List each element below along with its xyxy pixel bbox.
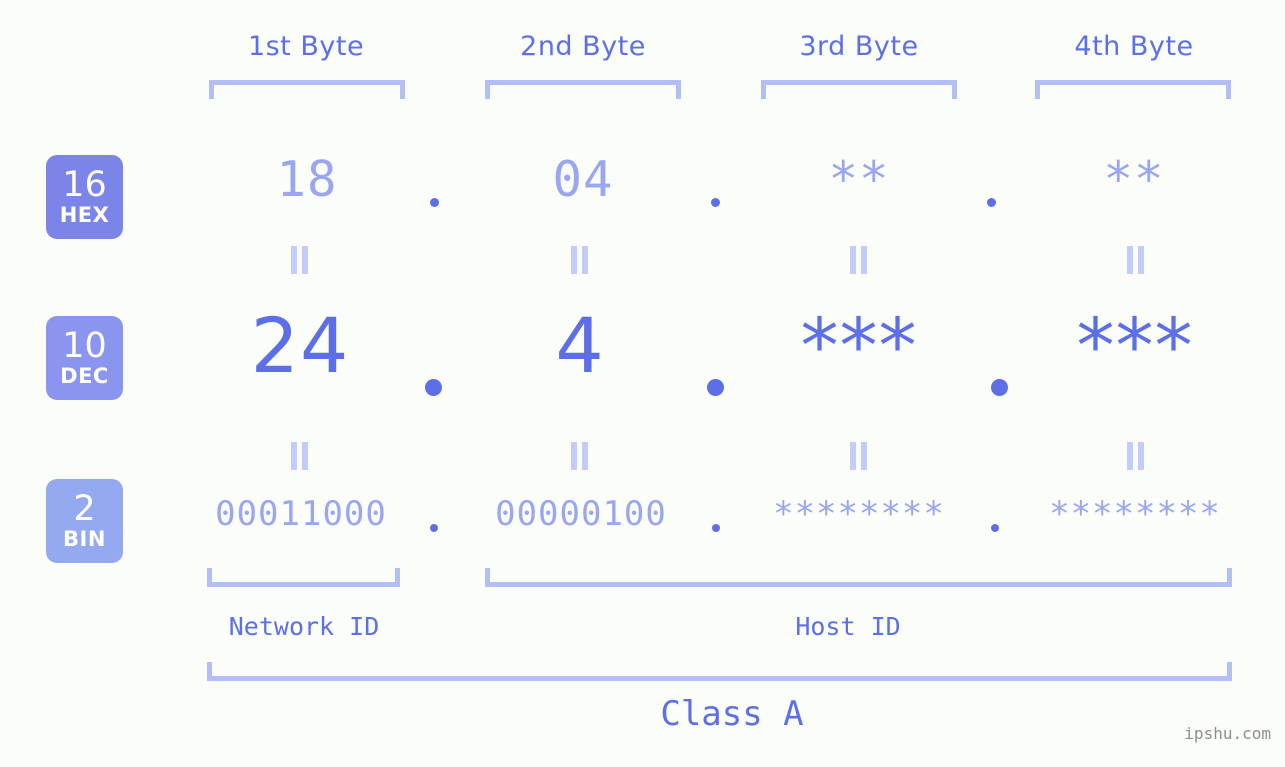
radix-badge-bin: 2 BIN [46,479,123,563]
dec-byte-4-value: *** [1076,301,1194,390]
byte-bracket-2 [485,80,681,99]
radix-badge-dec: 10 DEC [46,316,123,400]
hex-byte-4-value: ** [1103,151,1165,208]
byte-header-2: 2nd Byte [520,31,646,62]
equals-icon-hex-dec-3 [847,246,871,274]
byte-bracket-3 [761,80,957,99]
radix-badge-hex: 16 HEX [46,155,123,239]
dec-byte-1-value: 24 [250,301,350,390]
bin-byte-1-value: 00011000 [215,494,387,534]
radix-badge-bin-number: 2 [73,489,96,529]
dec-separator-dot-2 [707,379,724,396]
host-id-bracket [485,568,1232,587]
equals-icon-dec-bin-3 [847,442,871,470]
network-id-label: Network ID [228,612,380,641]
byte-header-1: 1st Byte [247,31,365,62]
class-bracket [207,662,1232,681]
network-id-bracket [207,568,400,587]
bin-separator-dot-1 [430,524,438,532]
bin-byte-2-value: 00000100 [495,494,667,534]
equals-icon-hex-dec-4 [1124,246,1148,274]
radix-badge-hex-number: 16 [62,165,107,205]
equals-icon-hex-dec-1 [288,246,312,274]
byte-bracket-4 [1035,80,1231,99]
class-label: Class A [660,694,804,734]
hex-byte-3-value: ** [828,151,890,208]
ip-address-breakdown-diagram: 1st Byte 2nd Byte 3rd Byte 4th Byte 16 H… [0,0,1285,767]
byte-bracket-1 [209,80,405,99]
hex-byte-1-value: 18 [276,151,338,208]
bin-byte-3-value: ******** [773,494,945,534]
dec-separator-dot-3 [991,379,1008,396]
equals-icon-hex-dec-2 [568,246,592,274]
radix-badge-dec-number: 10 [62,326,107,366]
hex-separator-dot-1 [430,198,439,207]
equals-icon-dec-bin-4 [1124,442,1148,470]
dec-byte-3-value: *** [800,301,918,390]
dec-separator-dot-1 [425,379,442,396]
bin-separator-dot-3 [991,524,999,532]
radix-badge-dec-name: DEC [60,364,109,388]
byte-header-3: 3rd Byte [799,31,919,62]
byte-header-4: 4th Byte [1074,31,1194,62]
equals-icon-dec-bin-1 [288,442,312,470]
site-watermark: ipshu.com [1184,724,1271,743]
equals-icon-dec-bin-2 [568,442,592,470]
hex-separator-dot-2 [711,198,720,207]
dec-byte-2-value: 4 [555,301,605,390]
radix-badge-bin-name: BIN [63,527,106,551]
hex-separator-dot-3 [987,198,996,207]
host-id-label: Host ID [795,612,901,641]
bin-byte-4-value: ******** [1049,494,1221,534]
bin-separator-dot-2 [712,524,720,532]
radix-badge-hex-name: HEX [59,203,110,227]
hex-byte-2-value: 04 [552,151,614,208]
